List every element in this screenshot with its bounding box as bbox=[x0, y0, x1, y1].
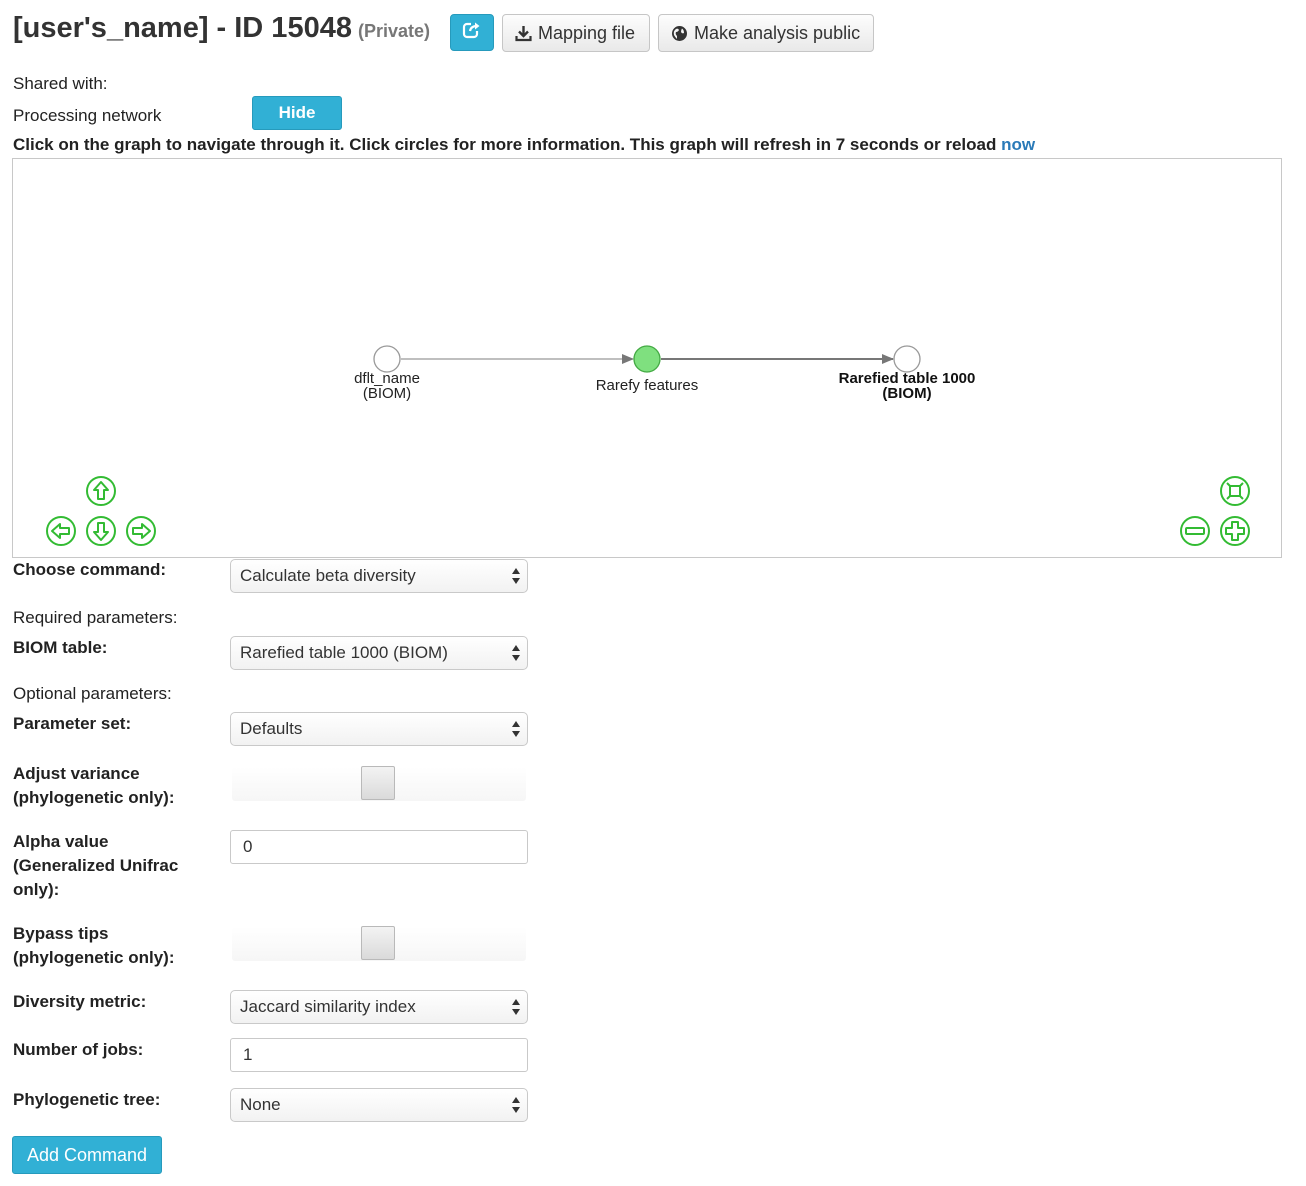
node-rarefy-features[interactable] bbox=[633, 345, 661, 373]
privacy-label: (Private) bbox=[357, 21, 430, 41]
reload-now-link[interactable]: now bbox=[1001, 135, 1035, 154]
choose-command-select[interactable]: Calculate beta diversity bbox=[230, 559, 528, 593]
diversity-metric-value: Jaccard similarity index bbox=[240, 997, 416, 1016]
alpha-value-label-line1: Alpha value bbox=[13, 832, 109, 851]
network-svg: dflt_name (BIOM) Rarefy features Rarefie… bbox=[354, 345, 975, 402]
select-arrows-icon bbox=[512, 568, 520, 584]
fit-icon[interactable] bbox=[1219, 475, 1251, 507]
adjust-variance-label: Adjust variance (phylogenetic only): bbox=[13, 762, 175, 810]
node-label-dflt-name-type: (BIOM) bbox=[363, 385, 411, 402]
arrow-up-icon[interactable] bbox=[85, 475, 117, 507]
node-label-rarefy-features: Rarefy features bbox=[596, 377, 699, 394]
processing-network-graph[interactable]: dflt_name (BIOM) Rarefy features Rarefie… bbox=[12, 158, 1282, 558]
biom-table-select[interactable]: Rarefied table 1000 (BIOM) bbox=[230, 636, 528, 670]
diversity-metric-select[interactable]: Jaccard similarity index bbox=[230, 990, 528, 1024]
node-rarefied-table[interactable] bbox=[893, 345, 921, 373]
bypass-tips-label: Bypass tips (phylogenetic only): bbox=[13, 922, 175, 970]
node-dflt-name[interactable] bbox=[373, 345, 401, 373]
node-label-rarefied-table-type: (BIOM) bbox=[882, 385, 931, 402]
graph-instructions-text: Click on the graph to navigate through i… bbox=[13, 135, 997, 154]
choose-command-label: Choose command: bbox=[13, 560, 167, 579]
bypass-tips-label-line2: (phylogenetic only): bbox=[13, 948, 175, 967]
add-command-button[interactable]: Add Command bbox=[12, 1136, 162, 1174]
download-icon bbox=[515, 25, 532, 42]
shared-with-label: Shared with: bbox=[13, 74, 108, 93]
phylogenetic-tree-select[interactable]: None bbox=[230, 1088, 528, 1122]
adjust-variance-label-line2: (phylogenetic only): bbox=[13, 788, 175, 807]
parameter-set-label: Parameter set: bbox=[13, 714, 132, 733]
select-arrows-icon bbox=[512, 1097, 520, 1113]
share-button[interactable] bbox=[450, 14, 494, 51]
zoom-in-icon[interactable] bbox=[1219, 515, 1251, 547]
globe-icon bbox=[671, 25, 688, 42]
phylogenetic-tree-label: Phylogenetic tree: bbox=[13, 1090, 161, 1109]
alpha-value-label-line2: (Generalized Unifrac bbox=[13, 856, 179, 875]
parameter-set-select[interactable]: Defaults bbox=[230, 712, 528, 746]
bypass-tips-toggle-knob[interactable] bbox=[361, 926, 395, 960]
parameter-set-value: Defaults bbox=[240, 719, 303, 738]
select-arrows-icon bbox=[512, 721, 520, 737]
adjust-variance-label-line1: Adjust variance bbox=[13, 764, 140, 783]
biom-table-label: BIOM table: bbox=[13, 638, 108, 657]
mapping-file-label: Mapping file bbox=[538, 22, 636, 43]
diversity-metric-label: Diversity metric: bbox=[13, 992, 147, 1011]
hide-button[interactable]: Hide bbox=[252, 96, 342, 130]
adjust-variance-toggle-knob[interactable] bbox=[361, 766, 395, 800]
arrow-down-icon[interactable] bbox=[85, 515, 117, 547]
alpha-value-label: Alpha value (Generalized Unifrac only): bbox=[13, 830, 178, 902]
processing-network-label: Processing network bbox=[13, 106, 162, 125]
page-title: [user's_name] - ID 15048 (Private) bbox=[13, 12, 430, 45]
arrow-right-icon[interactable] bbox=[125, 515, 157, 547]
select-arrows-icon bbox=[512, 645, 520, 661]
share-icon bbox=[462, 20, 482, 45]
zoom-out-icon[interactable] bbox=[1179, 515, 1211, 547]
number-of-jobs-input[interactable]: 1 bbox=[230, 1038, 528, 1072]
analysis-title: [user's_name] - ID 15048 bbox=[13, 12, 352, 44]
choose-command-value: Calculate beta diversity bbox=[240, 566, 416, 585]
number-of-jobs-label: Number of jobs: bbox=[13, 1040, 144, 1059]
select-arrows-icon bbox=[512, 999, 520, 1015]
required-parameters-label: Required parameters: bbox=[13, 608, 178, 627]
make-public-label: Make analysis public bbox=[694, 22, 861, 43]
bypass-tips-label-line1: Bypass tips bbox=[13, 924, 109, 943]
graph-instructions: Click on the graph to navigate through i… bbox=[13, 135, 1035, 155]
alpha-value-input[interactable]: 0 bbox=[230, 830, 528, 864]
make-public-button[interactable]: Make analysis public bbox=[658, 14, 874, 52]
biom-table-value: Rarefied table 1000 (BIOM) bbox=[240, 643, 448, 662]
mapping-file-button[interactable]: Mapping file bbox=[502, 14, 650, 52]
phylogenetic-tree-value: None bbox=[240, 1095, 281, 1114]
arrow-left-icon[interactable] bbox=[45, 515, 77, 547]
optional-parameters-label: Optional parameters: bbox=[13, 684, 172, 703]
alpha-value-label-line3: only): bbox=[13, 880, 60, 899]
